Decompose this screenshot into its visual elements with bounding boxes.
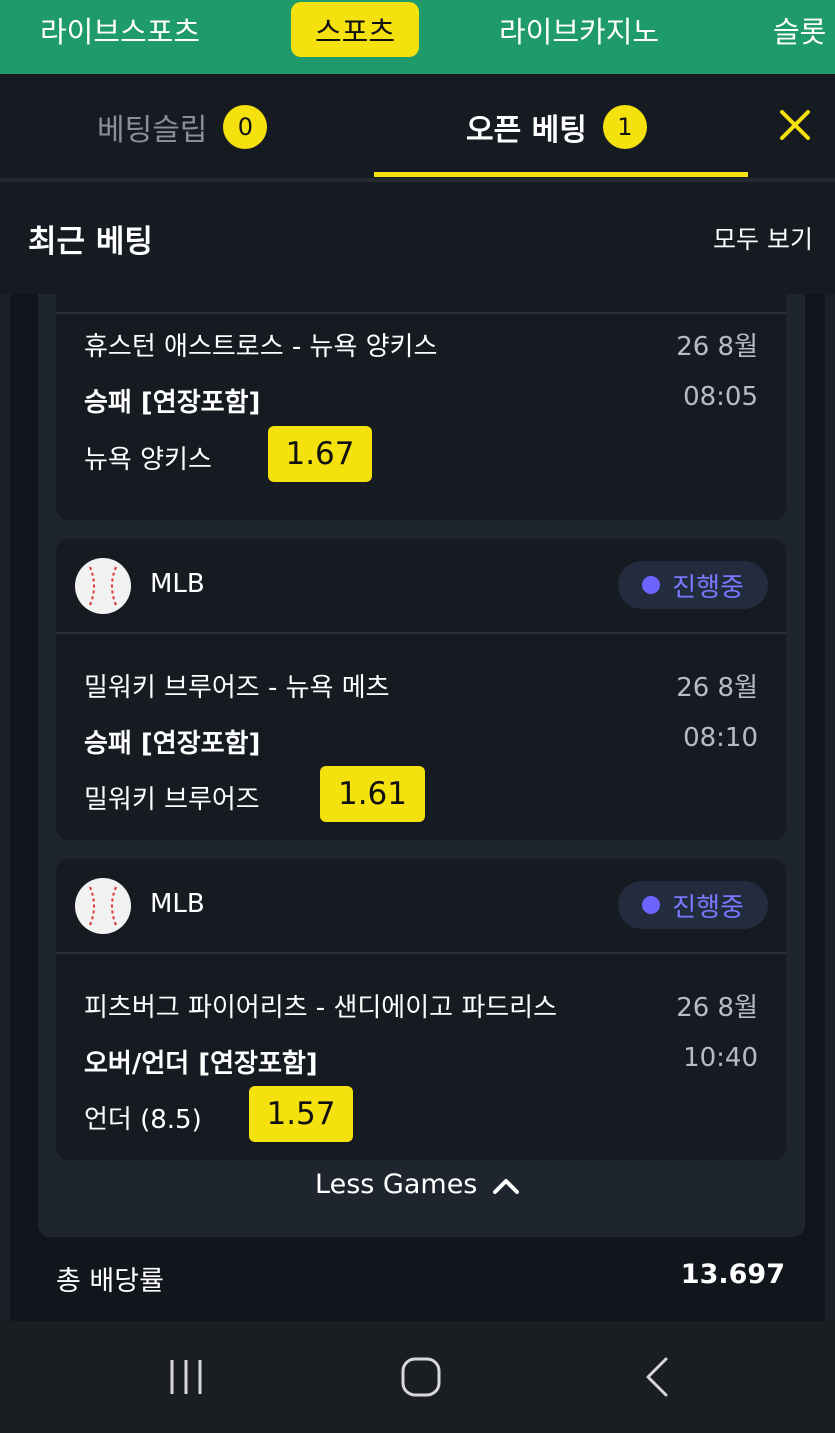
view-all-link[interactable]: 모두 보기 (713, 220, 813, 256)
tab-open-bets[interactable]: 오픈 베팅 1 (466, 74, 647, 179)
live-dot-icon (642, 576, 661, 594)
bet-list-area[interactable]: 휴스턴 애스트로스 - 뉴욕 양키스 26 8월 승패 [연장포함] 08:05… (0, 294, 835, 1321)
recent-bets-header: 최근 베팅 모두 보기 (0, 182, 835, 294)
bet-card: 휴스턴 애스트로스 - 뉴욕 양키스 26 8월 승패 [연장포함] 08:05… (56, 294, 786, 520)
bet-pick: 뉴욕 양키스 (84, 445, 212, 475)
baseball-icon (75, 558, 131, 614)
close-icon[interactable] (772, 102, 818, 148)
top-nav: 라이브스포츠 스포츠 라이브카지노 슬롯 (0, 0, 835, 74)
status-badge: 진행중 (618, 881, 768, 929)
back-icon[interactable] (640, 1357, 674, 1397)
bet-card: MLB 진행중 피츠버그 파이어리츠 - 샌디에이고 파드리스 26 8월 오버… (56, 859, 786, 1160)
match-name: 휴스턴 애스트로스 - 뉴욕 양키스 (84, 332, 438, 362)
chevron-up-icon (492, 1178, 519, 1194)
market-name: 승패 [연장포함] (84, 729, 261, 759)
total-odds-value: 13.697 (680, 1259, 785, 1290)
market-name: 오버/언더 [연장포함] (84, 1049, 318, 1079)
match-name: 피츠버그 파이어리츠 - 샌디에이고 파드리스 (84, 993, 558, 1023)
total-odds-label: 총 배당률 (56, 1266, 164, 1297)
match-date: 26 8월 (676, 673, 758, 703)
home-icon[interactable] (400, 1357, 442, 1397)
recent-bets-title: 최근 베팅 (28, 224, 153, 260)
card-divider (56, 952, 786, 954)
tab-betslip[interactable]: 베팅슬립 0 (97, 74, 268, 179)
match-time: 10:40 (683, 1043, 758, 1073)
tab-betslip-label: 베팅슬립 (97, 112, 208, 148)
status-text: 진행중 (672, 572, 744, 603)
status-text: 진행중 (672, 892, 744, 923)
market-name: 승패 [연장포함] (84, 388, 261, 418)
betslip-tabs: 베팅슬립 0 오픈 베팅 1 (0, 74, 835, 179)
league-name: MLB (150, 889, 205, 919)
card-divider (56, 312, 786, 314)
baseball-icon (75, 878, 131, 934)
less-games-label: Less Games (315, 1169, 478, 1200)
tab-open-bets-label: 오픈 베팅 (466, 112, 587, 148)
left-gutter (0, 294, 10, 1321)
nav-item-sports[interactable]: 스포츠 (291, 2, 420, 57)
open-bets-count-badge: 1 (602, 104, 647, 149)
odds-badge[interactable]: 1.57 (249, 1086, 353, 1142)
card-header: MLB 진행중 (56, 859, 786, 953)
match-time: 08:05 (683, 382, 758, 412)
nav-item-live-sports[interactable]: 라이브스포츠 (40, 0, 200, 60)
nav-item-slots[interactable]: 슬롯 (773, 0, 826, 60)
bet-pick: 밀워키 브루어즈 (84, 785, 260, 815)
match-date: 26 8월 (676, 993, 758, 1023)
league-name: MLB (150, 569, 205, 599)
active-tab-indicator (374, 172, 748, 177)
bet-card: MLB 진행중 밀워키 브루어즈 - 뉴욕 메츠 26 8월 승패 [연장포함]… (56, 539, 786, 840)
live-dot-icon (642, 896, 661, 914)
match-date: 26 8월 (676, 332, 758, 362)
right-gutter (825, 294, 835, 1321)
system-nav-bar (0, 1321, 835, 1433)
nav-item-live-casino[interactable]: 라이브카지노 (499, 0, 659, 60)
recent-apps-icon[interactable] (166, 1357, 206, 1397)
match-time: 08:10 (683, 723, 758, 753)
card-header: MLB 진행중 (56, 539, 786, 633)
status-badge: 진행중 (618, 561, 768, 609)
match-name: 밀워키 브루어즈 - 뉴욕 메츠 (84, 673, 390, 703)
card-divider (56, 632, 786, 634)
betslip-count-badge: 0 (223, 104, 268, 149)
odds-badge[interactable]: 1.67 (268, 426, 372, 482)
less-games-button[interactable]: Less Games (0, 1169, 835, 1200)
bet-pick: 언더 (8.5) (84, 1105, 202, 1135)
odds-badge[interactable]: 1.61 (320, 766, 425, 822)
